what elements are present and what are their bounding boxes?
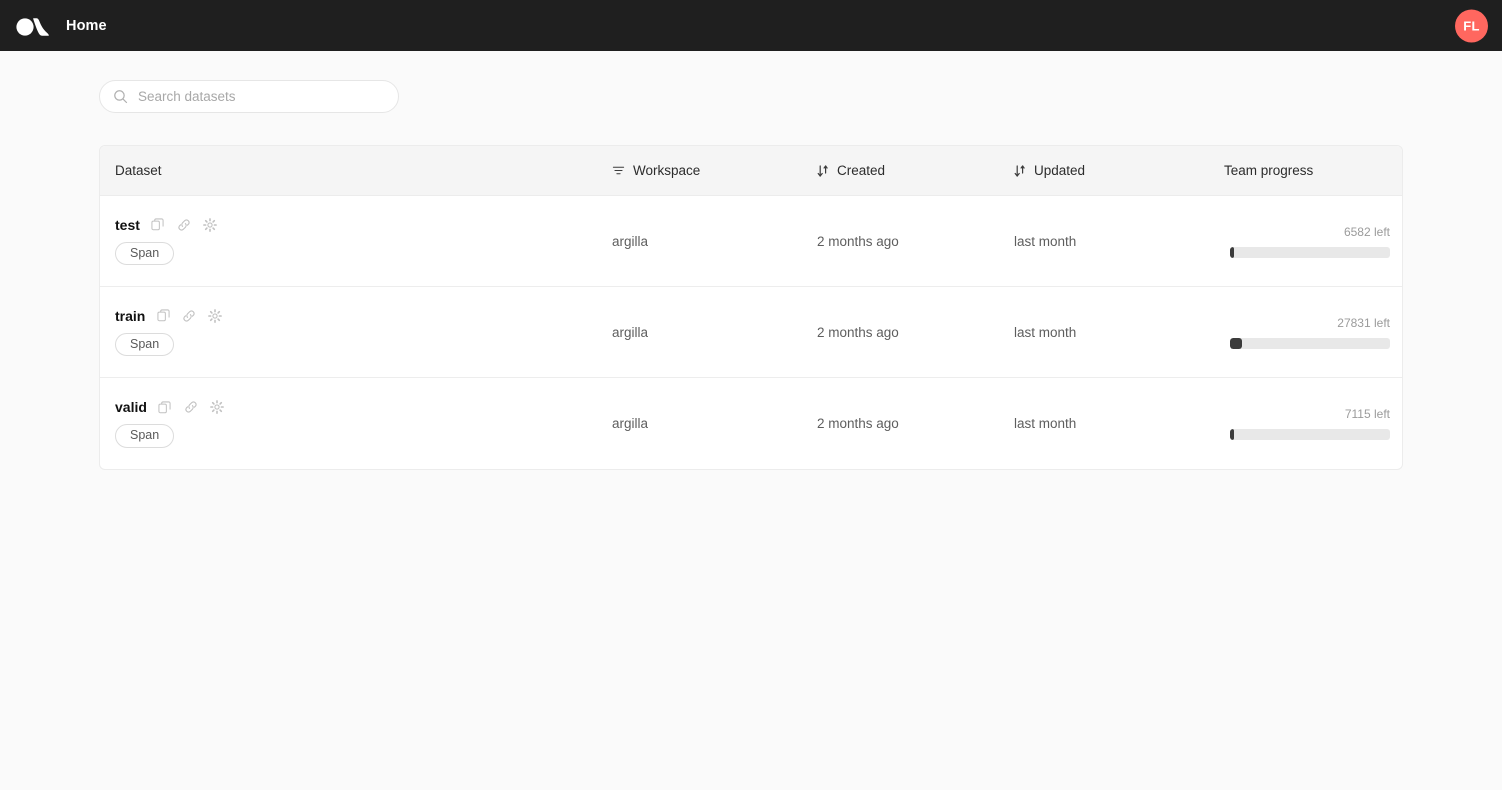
column-header-workspace[interactable]: Workspace [598,163,803,178]
link-icon[interactable] [176,217,192,233]
link-icon[interactable] [181,308,197,324]
updated-cell: last month [1000,325,1210,340]
dataset-name[interactable]: test [115,217,140,233]
page-title: Home [66,18,107,34]
dataset-cell: test [100,217,598,266]
dataset-name[interactable]: train [115,308,145,324]
progress-bar[interactable] [1230,338,1390,349]
settings-gear-icon[interactable] [209,399,225,415]
progress-left-label: 27831 left [1337,316,1390,330]
dataset-name-row: valid [115,399,225,415]
copy-icon[interactable] [157,399,173,415]
created-cell: 2 months ago [803,234,1000,249]
settings-gear-icon[interactable] [202,217,218,233]
avatar[interactable]: FL [1455,9,1488,42]
dataset-name[interactable]: valid [115,399,147,415]
team-progress-cell: 27831 left [1210,316,1403,349]
page-body: Dataset Workspace [0,51,1502,470]
progress-bar-fill [1230,429,1234,440]
progress-bar[interactable] [1230,247,1390,258]
table-row[interactable]: valid [100,378,1402,469]
progress-left-label: 6582 left [1344,225,1390,239]
column-header-created-label: Created [837,163,885,178]
progress-bar-fill [1230,338,1242,349]
task-badge: Span [115,242,174,266]
table-row[interactable]: train [100,287,1402,378]
copy-icon[interactable] [150,217,166,233]
copy-icon[interactable] [155,308,171,324]
link-icon[interactable] [183,399,199,415]
updated-cell: last month [1000,416,1210,431]
progress-bar-fill [1230,247,1234,258]
workspace-cell: argilla [598,325,803,340]
sort-icon [817,164,829,178]
dataset-cell: train [100,308,598,357]
search-input[interactable] [138,89,386,104]
search-icon [113,89,128,104]
column-header-workspace-label: Workspace [633,163,700,178]
brand[interactable]: Home [14,13,107,39]
workspace-cell: argilla [598,416,803,431]
task-badge: Span [115,333,174,357]
task-badge: Span [115,424,174,448]
table-header-row: Dataset Workspace [100,146,1402,196]
search-datasets-box[interactable] [99,80,399,113]
top-navigation-bar: Home FL [0,0,1502,51]
dataset-cell: valid [100,399,598,448]
dataset-name-row: test [115,217,218,233]
created-cell: 2 months ago [803,325,1000,340]
progress-left-label: 7115 left [1345,407,1390,421]
sort-icon [1014,164,1026,178]
progress-bar[interactable] [1230,429,1390,440]
created-cell: 2 months ago [803,416,1000,431]
argilla-logo-icon [14,13,50,39]
column-header-created[interactable]: Created [803,163,1000,178]
dataset-name-row: train [115,308,223,324]
filter-icon [612,164,625,177]
column-header-team-progress: Team progress [1210,163,1403,178]
column-header-updated[interactable]: Updated [1000,163,1210,178]
workspace-cell: argilla [598,234,803,249]
team-progress-cell: 7115 left [1210,407,1403,440]
column-header-dataset[interactable]: Dataset [100,163,598,178]
updated-cell: last month [1000,234,1210,249]
content-wrapper: Dataset Workspace [99,80,1403,470]
team-progress-cell: 6582 left [1210,225,1403,258]
column-header-team-progress-label: Team progress [1224,163,1313,178]
datasets-table: Dataset Workspace [99,145,1403,470]
settings-gear-icon[interactable] [207,308,223,324]
table-row[interactable]: test [100,196,1402,287]
column-header-updated-label: Updated [1034,163,1085,178]
column-header-dataset-label: Dataset [115,163,162,178]
